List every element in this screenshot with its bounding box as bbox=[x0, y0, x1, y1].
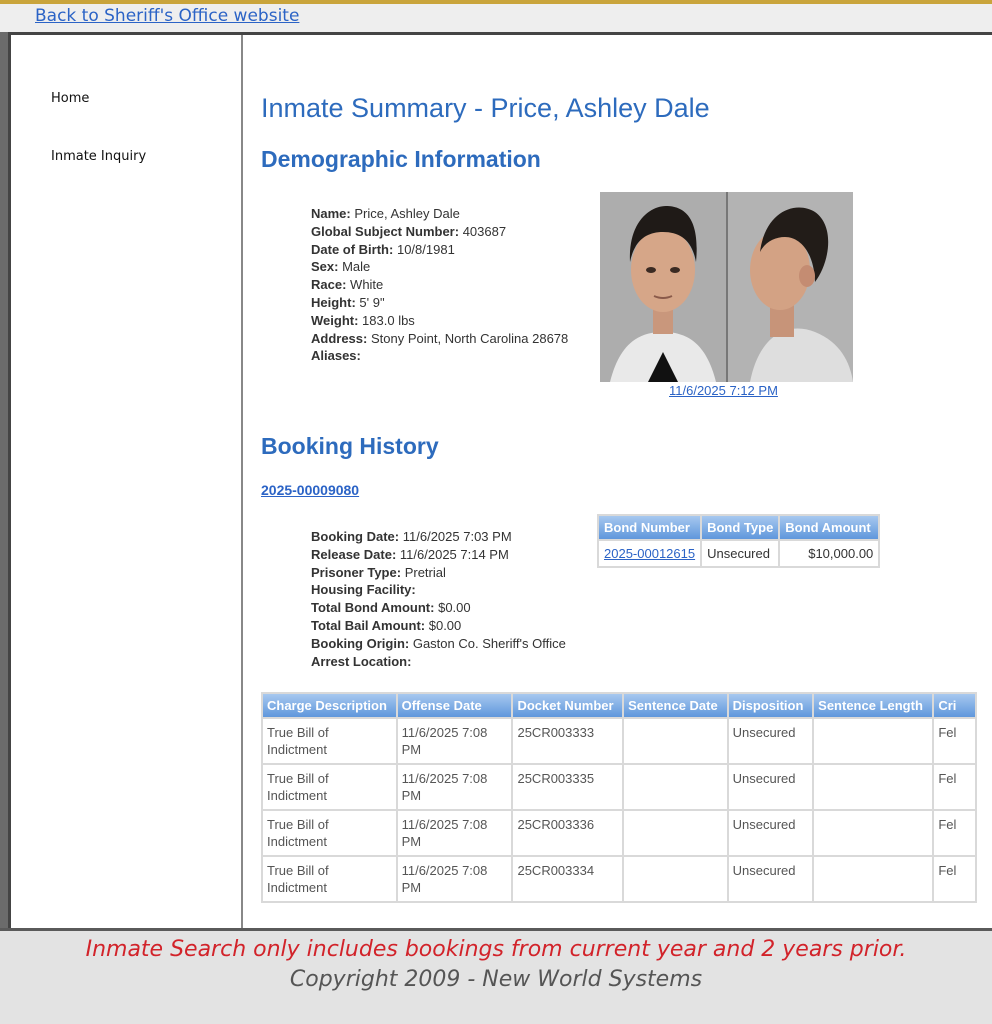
offense-date-cell: 11/6/2025 7:08 PM bbox=[395, 809, 514, 857]
docket-number-cell: 25CR003335 bbox=[511, 763, 625, 811]
docket-number-cell: 25CR003333 bbox=[511, 717, 625, 765]
footer-notice: Inmate Search only includes bookings fro… bbox=[85, 937, 907, 962]
left-edge-bar bbox=[0, 32, 8, 928]
offense-date-cell: 11/6/2025 7:08 PM bbox=[395, 855, 514, 903]
footer-copyright: Copyright 2009 - New World Systems bbox=[289, 967, 703, 992]
charge-description-cell: True Bill of Indictment bbox=[261, 809, 398, 857]
charge-description-cell: True Bill of Indictment bbox=[261, 763, 398, 811]
sentence-date-cell bbox=[622, 855, 729, 903]
disposition-cell: Unsecured bbox=[726, 855, 815, 903]
charges-table-header: Charge Description Offense Date Docket N… bbox=[261, 692, 977, 719]
crime-class-cell: Fel bbox=[932, 855, 977, 903]
table-row: True Bill of Indictment 11/6/2025 7:08 P… bbox=[261, 809, 977, 857]
table-row: True Bill of Indictment 11/6/2025 7:08 P… bbox=[261, 717, 977, 765]
sentence-length-cell bbox=[812, 809, 935, 857]
crime-class-cell: Fel bbox=[932, 809, 977, 857]
table-row: True Bill of Indictment 11/6/2025 7:08 P… bbox=[261, 763, 977, 811]
back-to-sheriff-link[interactable]: Back to Sheriff's Office website bbox=[35, 6, 299, 26]
content-frame: Home Inmate Inquiry Inmate Summary - Pri… bbox=[8, 32, 992, 928]
docket-number-cell: 25CR003336 bbox=[511, 809, 625, 857]
sentence-date-header: Sentence Date bbox=[622, 692, 729, 719]
top-bar: Back to Sheriff's Office website bbox=[0, 4, 992, 32]
sentence-date-cell bbox=[622, 717, 729, 765]
disposition-cell: Unsecured bbox=[726, 717, 815, 765]
sidebar-item-inmate-inquiry[interactable]: Inmate Inquiry bbox=[51, 149, 146, 164]
charges-table-wrapper[interactable]: Charge Description Offense Date Docket N… bbox=[261, 35, 977, 928]
offense-date-cell: 11/6/2025 7:08 PM bbox=[395, 717, 514, 765]
sentence-date-cell bbox=[622, 763, 729, 811]
sidebar: Home Inmate Inquiry bbox=[11, 35, 243, 928]
charge-description-cell: True Bill of Indictment bbox=[261, 717, 398, 765]
crime-class-header: Cri bbox=[932, 692, 977, 719]
table-row: True Bill of Indictment 11/6/2025 7:08 P… bbox=[261, 855, 977, 903]
sentence-length-cell bbox=[812, 717, 935, 765]
offense-date-cell: 11/6/2025 7:08 PM bbox=[395, 763, 514, 811]
sidebar-item-home[interactable]: Home bbox=[51, 91, 89, 106]
sentence-length-header: Sentence Length bbox=[812, 692, 935, 719]
main-content: Inmate Summary - Price, Ashley Dale Demo… bbox=[261, 35, 992, 928]
charge-description-cell: True Bill of Indictment bbox=[261, 855, 398, 903]
offense-date-header: Offense Date bbox=[395, 692, 514, 719]
charge-description-header: Charge Description bbox=[261, 692, 398, 719]
footer: Inmate Search only includes bookings fro… bbox=[0, 928, 992, 1024]
sentence-length-cell bbox=[812, 763, 935, 811]
disposition-header: Disposition bbox=[726, 692, 815, 719]
docket-number-header: Docket Number bbox=[511, 692, 625, 719]
crime-class-cell: Fel bbox=[932, 717, 977, 765]
sentence-length-cell bbox=[812, 855, 935, 903]
docket-number-cell: 25CR003334 bbox=[511, 855, 625, 903]
disposition-cell: Unsecured bbox=[726, 809, 815, 857]
sentence-date-cell bbox=[622, 809, 729, 857]
crime-class-cell: Fel bbox=[932, 763, 977, 811]
charges-table: Charge Description Offense Date Docket N… bbox=[261, 692, 977, 903]
disposition-cell: Unsecured bbox=[726, 763, 815, 811]
